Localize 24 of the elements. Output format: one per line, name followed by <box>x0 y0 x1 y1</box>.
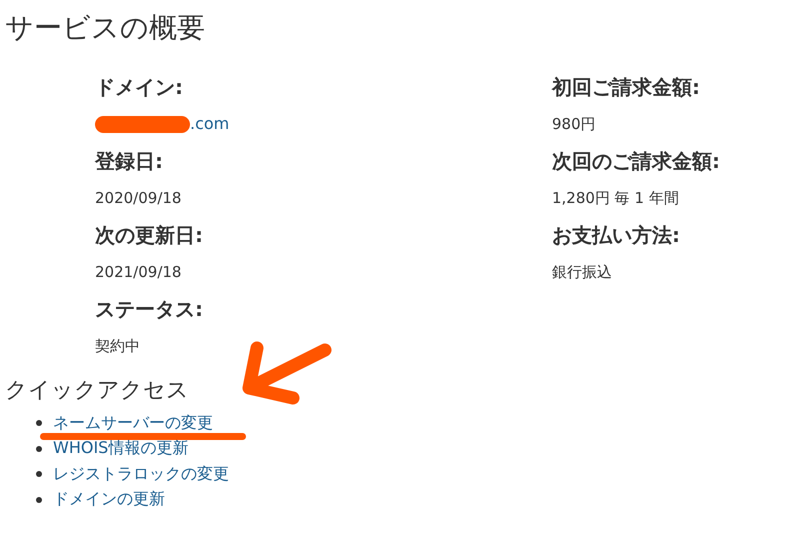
field-label: 次回のご請求金額: <box>552 148 721 175</box>
bullet-icon <box>36 496 42 502</box>
bullet-icon <box>36 471 42 477</box>
page-title: サービスの概要 <box>5 10 206 46</box>
quick-access-link[interactable]: ネームサーバーの変更 <box>53 412 213 434</box>
domain-link[interactable]: .com <box>190 114 230 134</box>
field-value: 2020/09/18 <box>95 188 182 208</box>
field-value: 1,280円 毎 1 年間 <box>552 188 679 208</box>
bullet-icon <box>36 446 42 452</box>
section-heading: クイックアクセス <box>5 377 190 405</box>
field-label: ドメイン: <box>95 74 184 101</box>
quick-access-link[interactable]: レジストラロックの変更 <box>53 464 229 484</box>
field-label: お支払い方法: <box>552 222 681 249</box>
field-label: 初回ご請求金額: <box>552 74 701 101</box>
field-label: 次の更新日: <box>95 222 204 249</box>
quick-access-link[interactable]: WHOIS情報の更新 <box>53 438 188 459</box>
field-label: 登録日: <box>95 148 164 175</box>
field-label: ステータス: <box>95 296 204 323</box>
field-value: 980円 <box>552 114 596 134</box>
field-value: 契約中 <box>95 336 140 356</box>
quick-access-link[interactable]: ドメインの更新 <box>53 489 165 510</box>
field-value: 2021/09/18 <box>95 262 182 282</box>
field-value: 銀行振込 <box>552 262 612 282</box>
bullet-icon <box>36 420 42 426</box>
